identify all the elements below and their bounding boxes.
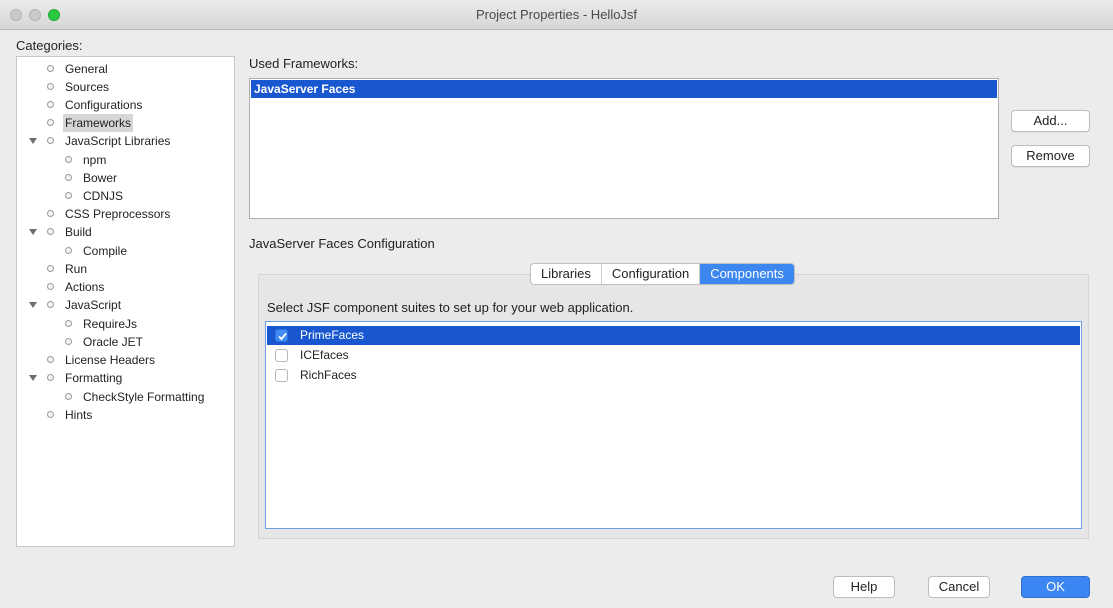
node-bullet-icon — [65, 192, 72, 199]
node-bullet-icon — [47, 265, 54, 272]
primefaces-checkbox[interactable] — [275, 329, 288, 342]
component-suites-list: PrimeFaces ICEfaces RichFaces — [265, 321, 1082, 529]
expand-triangle-icon[interactable] — [29, 138, 37, 144]
expand-triangle-icon[interactable] — [29, 229, 37, 235]
used-frameworks-list[interactable]: JavaServer Faces — [249, 78, 999, 219]
tab-configuration[interactable]: Configuration — [602, 264, 701, 284]
node-bullet-icon — [47, 356, 54, 363]
cancel-button[interactable]: Cancel — [928, 576, 990, 598]
jsf-configuration-label: JavaServer Faces Configuration — [249, 236, 435, 251]
categories-label: Categories: — [16, 38, 83, 53]
components-instruction-text: Select JSF component suites to set up fo… — [267, 300, 634, 315]
node-bullet-icon — [47, 137, 54, 144]
add-framework-button[interactable]: Add... — [1011, 110, 1090, 132]
node-bullet-icon — [47, 83, 54, 90]
component-row-richfaces[interactable]: RichFaces — [267, 366, 1080, 385]
richfaces-checkbox[interactable] — [275, 369, 288, 382]
node-bullet-icon — [65, 338, 72, 345]
jsf-tab-bar: Libraries Configuration Components — [530, 263, 795, 285]
node-bullet-icon — [65, 320, 72, 327]
node-bullet-icon — [47, 119, 54, 126]
expand-triangle-icon[interactable] — [29, 375, 37, 381]
project-properties-window: Project Properties - HelloJsf Categories… — [0, 0, 1113, 608]
component-row-primefaces[interactable]: PrimeFaces — [267, 326, 1080, 345]
component-row-icefaces[interactable]: ICEfaces — [267, 346, 1080, 365]
node-bullet-icon — [47, 411, 54, 418]
node-bullet-icon — [65, 156, 72, 163]
tab-libraries[interactable]: Libraries — [531, 264, 602, 284]
checkmark-icon — [278, 332, 287, 341]
node-bullet-icon — [47, 65, 54, 72]
help-button[interactable]: Help — [833, 576, 895, 598]
ok-button[interactable]: OK — [1021, 576, 1090, 598]
icefaces-checkbox[interactable] — [275, 349, 288, 362]
node-bullet-icon — [47, 301, 54, 308]
node-bullet-icon — [47, 283, 54, 290]
framework-row-javaserver-faces[interactable]: JavaServer Faces — [251, 80, 997, 98]
expand-triangle-icon[interactable] — [29, 302, 37, 308]
node-bullet-icon — [47, 101, 54, 108]
used-frameworks-label: Used Frameworks: — [249, 56, 359, 71]
remove-framework-button[interactable]: Remove — [1011, 145, 1090, 167]
tab-components[interactable]: Components — [700, 264, 794, 284]
node-bullet-icon — [47, 374, 54, 381]
node-bullet-icon — [47, 228, 54, 235]
node-bullet-icon — [65, 247, 72, 254]
node-bullet-icon — [65, 174, 72, 181]
window-title: Project Properties - HelloJsf — [475, 7, 638, 22]
categories-tree: General Sources Configurations Framework… — [16, 56, 235, 547]
node-bullet-icon — [47, 210, 54, 217]
title-bar: Project Properties - HelloJsf — [0, 0, 1113, 30]
node-bullet-icon — [65, 393, 72, 400]
